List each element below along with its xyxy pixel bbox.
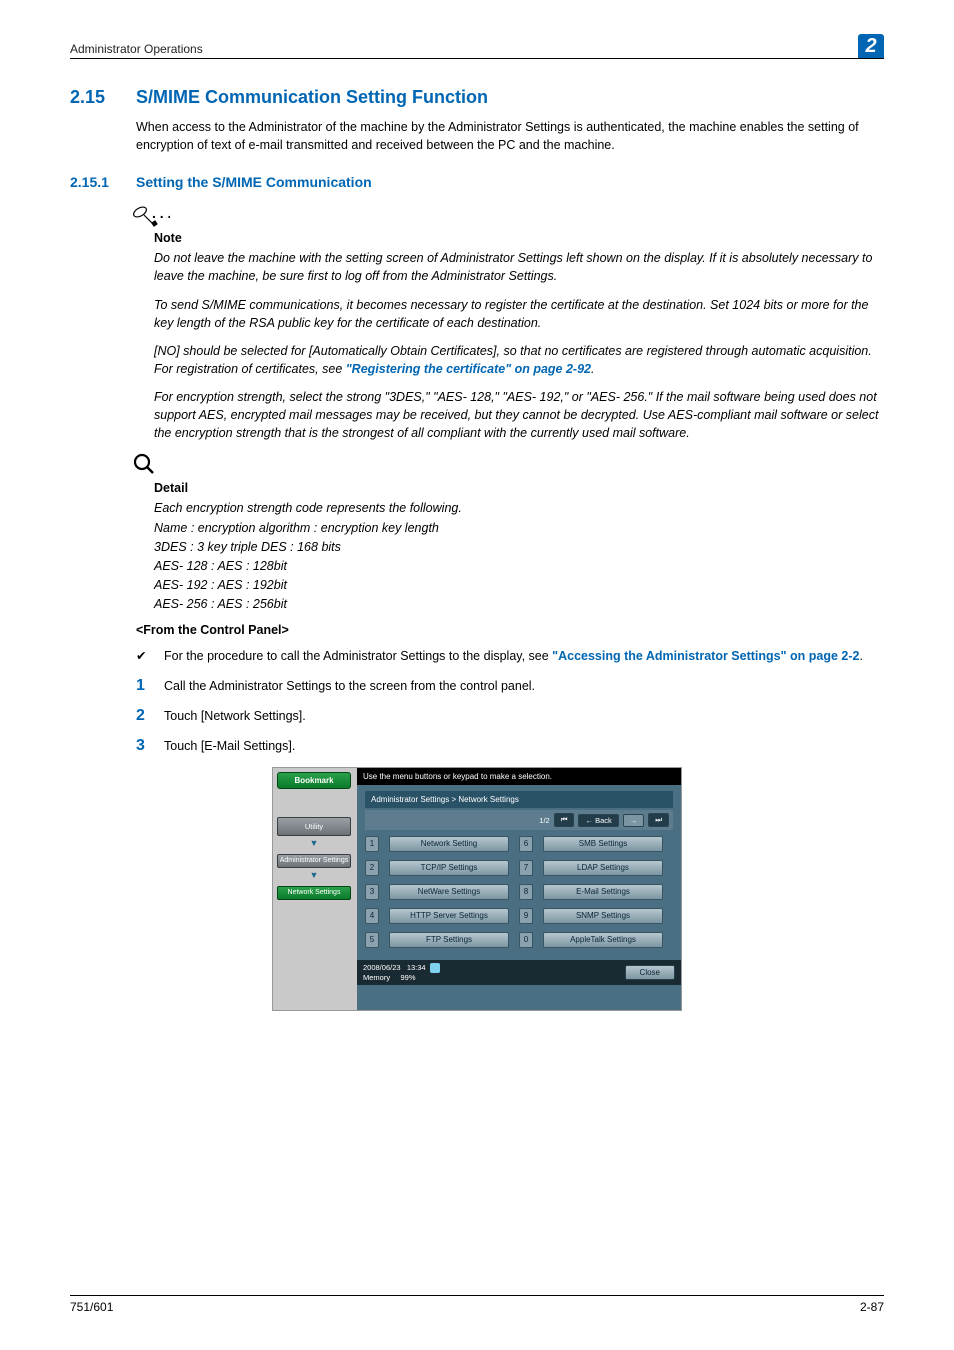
- close-button[interactable]: Close: [625, 965, 675, 980]
- note-label: Note: [154, 231, 884, 245]
- opt-network-setting[interactable]: Network Setting: [389, 836, 509, 852]
- step-3: 3 Touch [E-Mail Settings].: [136, 737, 884, 755]
- prereq-row: ✔ For the procedure to call the Administ…: [136, 647, 884, 665]
- panel-topbar: 1/2 ⏮ ← Back → ⏭: [365, 810, 673, 830]
- step-number: 3: [136, 737, 164, 755]
- opt-snmp-settings[interactable]: SNMP Settings: [543, 908, 663, 924]
- link-access-admin[interactable]: "Accessing the Administrator Settings" o…: [552, 649, 859, 663]
- status-mem: 99%: [401, 973, 416, 982]
- step-text: Touch [E-Mail Settings].: [164, 739, 295, 753]
- chapter-badge: 2: [858, 34, 884, 58]
- panel-breadcrumb: Administrator Settings > Network Setting…: [365, 791, 673, 808]
- sidebar-utility[interactable]: Utility: [277, 817, 351, 836]
- sidebar-admin-settings[interactable]: Administrator Settings: [277, 854, 351, 868]
- opt-num: 4: [365, 908, 379, 924]
- panel-screenshot: Bookmark Utility ▼ Administrator Setting…: [272, 767, 682, 1011]
- note-icon: . . .: [130, 204, 884, 231]
- detail-l3: 3DES : 3 key triple DES : 168 bits: [154, 538, 884, 556]
- detail-icon: [130, 452, 884, 481]
- prereq-pre: For the procedure to call the Administra…: [164, 649, 552, 663]
- back-button[interactable]: ← Back: [578, 814, 618, 827]
- detail-block: Detail Each encryption strength code rep…: [70, 481, 884, 613]
- arrow-down-icon: ▼: [277, 870, 351, 880]
- note-p4: For encryption strength, select the stro…: [154, 388, 884, 442]
- section-title: S/MIME Communication Setting Function: [136, 87, 488, 108]
- opt-netware-settings[interactable]: NetWare Settings: [389, 884, 509, 900]
- panel-sidebar: Bookmark Utility ▼ Administrator Setting…: [273, 768, 355, 1010]
- opt-num: 7: [519, 860, 533, 876]
- page-next-button[interactable]: →: [623, 814, 645, 827]
- subsection-title: Setting the S/MIME Communication: [136, 174, 372, 190]
- step-number: 2: [136, 707, 164, 725]
- opt-ftp-settings[interactable]: FTP Settings: [389, 932, 509, 948]
- subsection-number: 2.15.1: [70, 174, 136, 190]
- page-indicator: 1/2: [539, 816, 549, 825]
- note-p3b: .: [591, 362, 594, 376]
- footer-right: 2-87: [860, 1300, 884, 1314]
- status-mem-label: Memory: [363, 973, 390, 982]
- opt-num: 2: [365, 860, 379, 876]
- svg-text:. . .: . . .: [152, 205, 170, 221]
- opt-num: 8: [519, 884, 533, 900]
- note-p2: To send S/MIME communications, it become…: [154, 296, 884, 332]
- arrow-down-icon: ▼: [277, 838, 351, 848]
- panel-instruction: Use the menu buttons or keypad to make a…: [357, 768, 681, 785]
- step-2: 2 Touch [Network Settings].: [136, 707, 884, 725]
- detail-l2: Name : encryption algorithm : encryption…: [154, 519, 884, 537]
- header-title: Administrator Operations: [70, 42, 858, 56]
- section-heading: 2.15 S/MIME Communication Setting Functi…: [70, 87, 884, 108]
- opt-http-server-settings[interactable]: HTTP Server Settings: [389, 908, 509, 924]
- opt-num: 5: [365, 932, 379, 948]
- subsection-heading: 2.15.1 Setting the S/MIME Communication: [70, 174, 884, 190]
- page-first-button[interactable]: ⏮: [554, 813, 575, 827]
- prereq-post: .: [859, 649, 862, 663]
- status-icon: [430, 963, 440, 973]
- opt-num: 9: [519, 908, 533, 924]
- step-text: Call the Administrator Settings to the s…: [164, 679, 535, 693]
- footer-left: 751/601: [70, 1300, 113, 1314]
- opt-num: 6: [519, 836, 533, 852]
- step-number: 1: [136, 677, 164, 695]
- page-footer: 751/601 2-87: [70, 1295, 884, 1314]
- opt-tcpip-settings[interactable]: TCP/IP Settings: [389, 860, 509, 876]
- status-date: 2008/06/23: [363, 963, 401, 972]
- opt-email-settings[interactable]: E-Mail Settings: [543, 884, 663, 900]
- detail-label: Detail: [154, 481, 884, 495]
- options-grid: 1 Network Setting 6 SMB Settings 2 TCP/I…: [365, 836, 673, 948]
- step-1: 1 Call the Administrator Settings to the…: [136, 677, 884, 695]
- note-p3: [NO] should be selected for [Automatical…: [154, 342, 884, 378]
- section-number: 2.15: [70, 87, 136, 108]
- step-text: Touch [Network Settings].: [164, 709, 306, 723]
- panel-status-bar: 2008/06/23 13:34 Memory 99% Close: [357, 960, 681, 985]
- page-header: Administrator Operations 2: [70, 34, 884, 59]
- link-register-cert[interactable]: "Registering the certificate" on page 2-…: [346, 362, 591, 376]
- from-control-panel-heading: <From the Control Panel>: [136, 623, 884, 637]
- opt-ldap-settings[interactable]: LDAP Settings: [543, 860, 663, 876]
- detail-l6: AES- 256 : AES : 256bit: [154, 595, 884, 613]
- detail-l4: AES- 128 : AES : 128bit: [154, 557, 884, 575]
- opt-num: 0: [519, 932, 533, 948]
- checkmark-icon: ✔: [136, 647, 164, 665]
- opt-appletalk-settings[interactable]: AppleTalk Settings: [543, 932, 663, 948]
- status-time: 13:34: [407, 963, 426, 972]
- opt-num: 3: [365, 884, 379, 900]
- page-last-button[interactable]: ⏭: [648, 813, 669, 827]
- section-intro: When access to the Administrator of the …: [136, 118, 884, 154]
- opt-smb-settings[interactable]: SMB Settings: [543, 836, 663, 852]
- note-p1: Do not leave the machine with the settin…: [154, 249, 884, 285]
- opt-num: 1: [365, 836, 379, 852]
- bookmark-button[interactable]: Bookmark: [277, 772, 351, 789]
- detail-l1: Each encryption strength code represents…: [154, 499, 884, 517]
- note-block: Note Do not leave the machine with the s…: [70, 231, 884, 442]
- sidebar-network-settings[interactable]: Network Settings: [277, 886, 351, 900]
- detail-l5: AES- 192 : AES : 192bit: [154, 576, 884, 594]
